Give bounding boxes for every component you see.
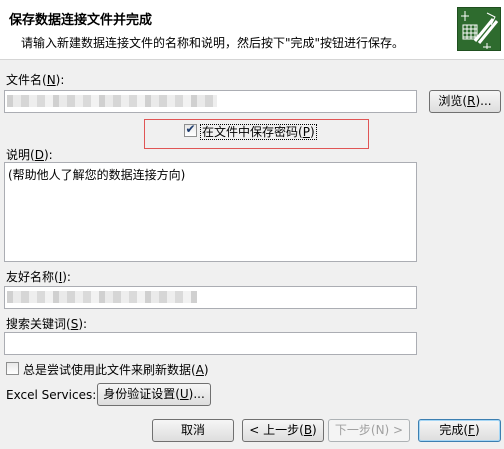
description-text: (帮助他人了解您的数据连接方向): [8, 168, 186, 182]
keywords-label: 搜索关键词(S):: [6, 317, 88, 331]
wizard-header: 保存数据连接文件并完成 请输入新建数据连接文件的名称和说明，然后按下"完成"按钮…: [0, 0, 504, 60]
friendly-name-input[interactable]: [4, 286, 417, 309]
browse-button[interactable]: 浏览(R)...: [429, 90, 501, 113]
redacted-filename: [7, 95, 217, 107]
dialog-subtitle: 请输入新建数据连接文件的名称和说明，然后按下"完成"按钮进行保存。: [21, 36, 405, 50]
friendly-name-label: 友好名称(I):: [6, 270, 71, 284]
save-password-checkbox[interactable]: ✔: [184, 122, 197, 137]
finish-button[interactable]: 完成(F): [418, 419, 501, 442]
cancel-button[interactable]: 取消: [152, 419, 234, 442]
always-refresh-checkbox[interactable]: [6, 362, 19, 375]
save-password-label[interactable]: 在文件中保存密码(P): [200, 123, 317, 140]
back-button[interactable]: < 上一步(B): [242, 419, 324, 442]
dialog-title: 保存数据连接文件并完成: [9, 13, 153, 28]
always-refresh-label[interactable]: 总是尝试使用此文件来刷新数据(A): [23, 361, 209, 378]
data-connection-wizard-icon: [457, 7, 501, 51]
excel-services-label: Excel Services:: [6, 388, 97, 402]
description-textarea[interactable]: (帮助他人了解您的数据连接方向): [4, 162, 417, 262]
filename-label: 文件名(N):: [6, 73, 65, 87]
next-button[interactable]: 下一步(N) >: [328, 419, 410, 442]
filename-input[interactable]: [4, 90, 417, 113]
checkmark-icon: ✔: [185, 122, 196, 136]
keywords-input[interactable]: [4, 332, 417, 355]
redacted-friendly-name: [7, 291, 197, 303]
description-label: 说明(D):: [6, 148, 53, 162]
auth-settings-button[interactable]: 身份验证设置(U)...: [97, 383, 211, 406]
